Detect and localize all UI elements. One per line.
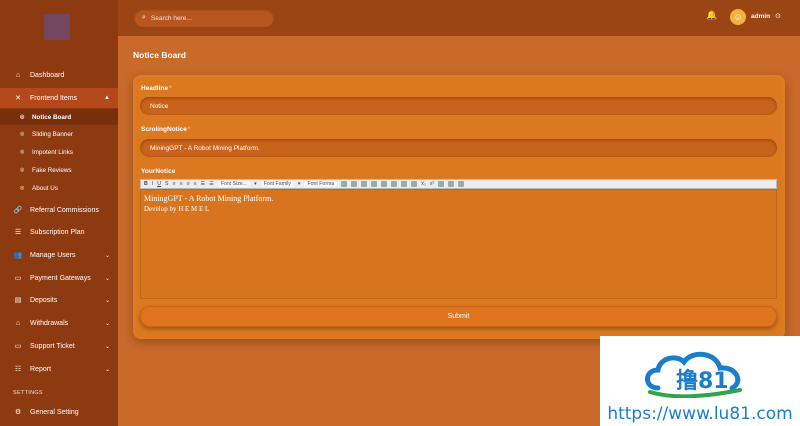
sidebar-item-payment-gateways[interactable]: ▭ Payment Gateways ⌄ bbox=[0, 268, 118, 288]
font-family-select[interactable]: Font Family bbox=[260, 181, 294, 187]
circle-icon: ◎ bbox=[20, 114, 25, 120]
watermark-url: https://www.lu81.com bbox=[607, 404, 793, 424]
fullscreen-icon[interactable] bbox=[458, 181, 465, 187]
superscript-icon[interactable]: x² bbox=[430, 181, 434, 187]
font-size-select[interactable]: Font Size... bbox=[217, 181, 251, 187]
chevron-down-icon[interactable]: ▾ bbox=[298, 181, 301, 187]
logo bbox=[44, 14, 70, 40]
sidebar-item-withdrawals[interactable]: ⌂ Withdrawals ⌄ bbox=[0, 313, 118, 333]
watermark-logo-text: 撸81 bbox=[676, 368, 729, 394]
editor-line-1: MiningGPT - A Robot Mining Platform. bbox=[144, 194, 274, 203]
settings-section-label: SETTINGS bbox=[13, 390, 43, 396]
search-icon: ⌕ bbox=[142, 14, 146, 21]
sidebar-item-dashboard[interactable]: ⌂ Dashboard bbox=[0, 65, 118, 85]
sidebar-subitem-fake-reviews[interactable]: ◎ Fake Reviews bbox=[0, 162, 118, 178]
chevron-down-icon: ⌄ bbox=[104, 320, 110, 327]
bank-icon: ⌂ bbox=[15, 319, 21, 327]
link-icon[interactable] bbox=[381, 181, 388, 187]
list-icon[interactable]: ☰ bbox=[201, 181, 206, 187]
align-right-icon[interactable]: ≡ bbox=[186, 181, 189, 187]
gear-icon: ⚙ bbox=[14, 409, 22, 416]
cut-icon[interactable] bbox=[341, 181, 348, 187]
subscript-icon[interactable]: x₂ bbox=[421, 181, 426, 187]
sidebar-subitem-sliding-banner[interactable]: ◎ Sliding Banner bbox=[0, 126, 118, 142]
cloud-logo-icon: 撸81 bbox=[645, 351, 742, 398]
sidebar-subitem-about-us[interactable]: ◎ About Us bbox=[0, 180, 118, 196]
sidebar-item-report[interactable]: ☷ Report ⌄ bbox=[0, 359, 118, 379]
bold-button[interactable]: B bbox=[144, 181, 148, 187]
page-title: Notice Board bbox=[133, 50, 186, 60]
color-icon[interactable] bbox=[401, 181, 408, 187]
scrolling-notice-input[interactable]: MiningGPT - A Robot Mining Platform. bbox=[140, 139, 777, 157]
required-mark: * bbox=[169, 85, 172, 92]
numbered-list-icon[interactable]: ☰ bbox=[209, 181, 214, 187]
required-mark: * bbox=[187, 126, 191, 133]
bell-icon[interactable]: 🔔 bbox=[706, 10, 717, 21]
align-left-icon[interactable]: ≡ bbox=[172, 181, 175, 187]
justify-icon[interactable]: ≡ bbox=[194, 181, 197, 187]
strike-button[interactable]: S bbox=[165, 181, 168, 187]
editor-line-2: Develop by H E M E L bbox=[144, 205, 210, 213]
sidebar-subitem-notice-board[interactable]: ◎ Notice Board bbox=[0, 109, 118, 125]
report-icon: ☷ bbox=[14, 366, 22, 373]
align-center-icon[interactable]: ≡ bbox=[179, 181, 182, 187]
your-notice-label: YourNotice bbox=[141, 168, 176, 175]
sidebar-item-manage-users[interactable]: 👥 Manage Users ⌄ bbox=[0, 245, 118, 265]
avatar[interactable]: ☺ bbox=[730, 9, 746, 25]
chevron-down-icon: ⌄ bbox=[104, 343, 110, 350]
home-icon: ⌂ bbox=[15, 71, 21, 79]
table-icon[interactable] bbox=[411, 181, 418, 187]
sidebar-item-referral-commissions[interactable]: 🔗 Referral Commissions bbox=[0, 200, 118, 220]
circle-icon: ◎ bbox=[20, 131, 25, 137]
code-icon[interactable] bbox=[438, 181, 445, 187]
circle-icon: ◎ bbox=[20, 149, 25, 155]
tools-icon: ✕ bbox=[15, 95, 21, 102]
sidebar-item-general-setting[interactable]: ⚙ General Setting bbox=[0, 402, 118, 422]
italic-button[interactable]: I bbox=[152, 181, 153, 187]
list-icon: ☰ bbox=[14, 229, 22, 236]
chevron-down-icon[interactable]: ▾ bbox=[254, 181, 257, 187]
chevron-down-icon: ⌄ bbox=[104, 297, 110, 304]
users-icon: 👥 bbox=[13, 252, 23, 259]
chevron-up-icon: ▲ bbox=[104, 95, 110, 101]
chevron-down-icon: ⌄ bbox=[104, 252, 110, 259]
notice-editor[interactable]: MiningGPT - A Robot Mining Platform. Dev… bbox=[140, 189, 777, 299]
copy-icon[interactable] bbox=[351, 181, 358, 187]
watermark: 撸81 https://www.lu81.com bbox=[600, 336, 800, 426]
editor-toolbar: B I U S ≡ ≡ ≡ ≡ ☰ ☰ Font Size... ▾ Font … bbox=[140, 179, 777, 189]
sidebar-item-frontend-items[interactable]: ✕ Frontend Items ▲ bbox=[0, 88, 118, 108]
sidebar-item-deposits[interactable]: ▤ Deposits ⌄ bbox=[0, 290, 118, 310]
circle-icon: ◎ bbox=[20, 167, 25, 173]
image-icon[interactable] bbox=[371, 181, 378, 187]
circle-icon: ◎ bbox=[20, 185, 25, 191]
deposit-icon: ▤ bbox=[14, 297, 22, 304]
submit-button[interactable]: Submit bbox=[140, 306, 777, 327]
font-format-select[interactable]: Font Forma bbox=[304, 181, 338, 187]
link-icon: 🔗 bbox=[13, 207, 23, 214]
user-name[interactable]: admin bbox=[751, 13, 770, 20]
top-header: ⌕ Search here... 🔔 ☺ admin ⊙ bbox=[118, 0, 800, 36]
ticket-icon: ▭ bbox=[14, 343, 22, 350]
sidebar: ⌂ Dashboard ✕ Frontend Items ▲ ◎ Notice … bbox=[0, 0, 118, 426]
unlink-icon[interactable] bbox=[391, 181, 398, 187]
underline-button[interactable]: U bbox=[157, 181, 161, 187]
chevron-down-icon[interactable]: ⊙ bbox=[775, 12, 781, 20]
headline-label: Headline* bbox=[141, 85, 172, 92]
search-input[interactable]: ⌕ Search here... bbox=[134, 9, 274, 27]
card-icon: ▭ bbox=[14, 275, 22, 282]
scrolling-notice-label: ScrolingNotice* bbox=[141, 126, 191, 133]
chevron-down-icon: ⌄ bbox=[104, 366, 110, 373]
sidebar-subitem-impotent-links[interactable]: ◎ Impotent Links bbox=[0, 144, 118, 160]
headline-input[interactable]: Notice bbox=[140, 97, 777, 115]
sidebar-item-support-ticket[interactable]: ▭ Support Ticket ⌄ bbox=[0, 336, 118, 356]
paste-icon[interactable] bbox=[361, 181, 368, 187]
html-icon[interactable] bbox=[448, 181, 455, 187]
search-placeholder: Search here... bbox=[150, 14, 192, 22]
chevron-down-icon: ⌄ bbox=[104, 275, 110, 282]
sidebar-item-subscription-plan[interactable]: ☰ Subscription Plan bbox=[0, 222, 118, 242]
